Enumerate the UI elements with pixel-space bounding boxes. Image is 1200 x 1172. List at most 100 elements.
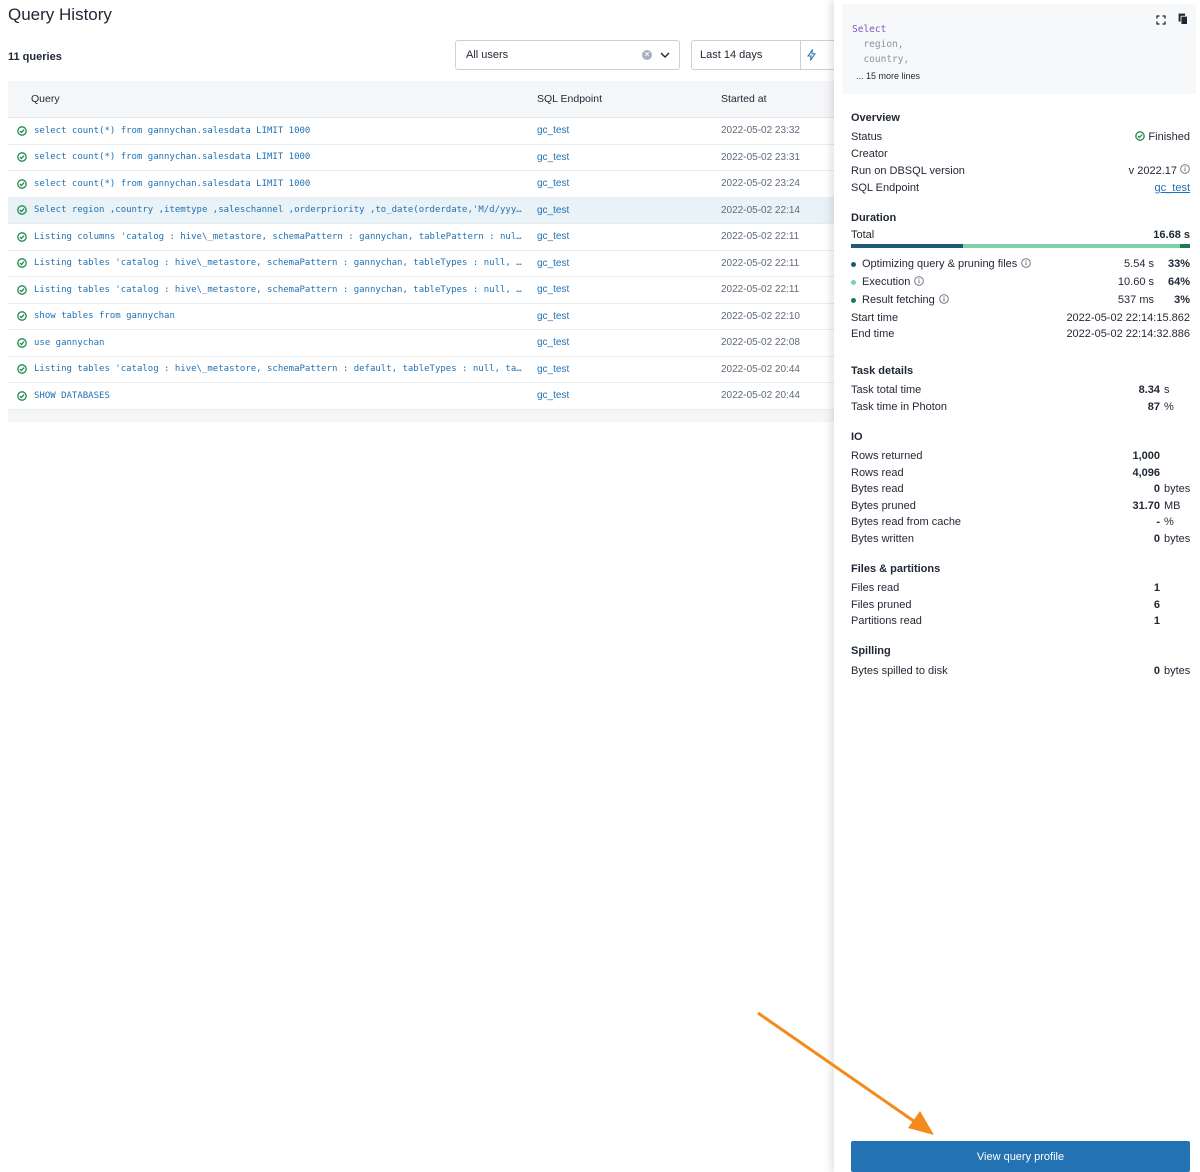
column-header-started[interactable]: Started at [721,93,834,105]
endpoint-link[interactable]: gc_test [537,364,721,375]
page-title: Query History [8,5,112,24]
duration-bar [851,244,1190,249]
duration-item-percent: 64% [1167,276,1190,289]
table-footer [8,409,834,422]
task-details-title: Task details [851,364,914,377]
query-text-link[interactable]: Select region ,country ,itemtype ,salesc… [34,205,537,215]
spilled-bytes-value: 0 [1153,664,1160,677]
query-text-link[interactable]: select count(*) from gannychan.salesdata… [34,179,537,189]
duration-item-time: 537 ms [1117,294,1154,307]
metric-value: 4,096 [1132,466,1160,479]
metric-value: 1 [1153,615,1160,628]
query-text-link[interactable]: Listing tables 'catalog : hive\_metastor… [34,285,537,295]
column-header-query[interactable]: Query [8,93,537,105]
table-row[interactable]: select count(*) from gannychan.salesdata… [8,118,834,145]
table-row[interactable]: Select region ,country ,itemtype ,salesc… [8,197,834,224]
info-icon[interactable] [1021,257,1032,271]
column-header-endpoint[interactable]: SQL Endpoint [537,93,721,105]
code-line: Select [852,24,887,35]
files-metrics: Files read 1 Files pruned 6 Partitions read 1 [851,580,1190,630]
duration-item-label: Execution [862,276,911,289]
io-row: Bytes read 0 bytes [851,481,1190,498]
metric-label: Bytes pruned [851,499,916,512]
start-time-value: 2022-05-02 22:14:15.862 [1066,311,1190,324]
table-row[interactable]: Listing tables 'catalog : hive\_metastor… [8,277,834,304]
lightning-icon[interactable] [800,41,822,69]
metric-label: Bytes read from cache [851,516,962,529]
task-total-value: 8.34 [1138,384,1160,397]
user-filter-select[interactable]: All users ✕ [455,40,680,70]
table-row[interactable]: Listing columns 'catalog : hive\_metasto… [8,224,834,251]
endpoint-link[interactable]: gc_test [537,205,721,216]
endpoint-link[interactable]: gc_test [537,284,721,295]
check-circle-icon [1135,131,1146,144]
metric-value: - [1156,516,1160,529]
expand-icon[interactable] [1156,12,1166,30]
duration-item-percent: 3% [1174,294,1190,307]
query-text-link[interactable]: select count(*) from gannychan.salesdata… [34,152,537,162]
duration-item-percent: 33% [1167,258,1190,271]
query-table: Query SQL Endpoint Started at select cou… [8,81,834,422]
info-icon[interactable] [1180,164,1190,177]
started-at: 2022-05-02 23:31 [721,151,800,163]
metric-unit: MB [1164,499,1181,512]
duration-bar-optimizing [851,244,963,249]
duration-item: Execution 10.60 s 64% [851,273,1190,291]
query-text-link[interactable]: SHOW DATABASES [34,391,537,401]
metric-label: Rows read [851,466,904,479]
io-row: Rows returned 1,000 [851,448,1190,465]
endpoint-link[interactable]: gc_test [537,231,721,242]
query-text-link[interactable]: Listing columns 'catalog : hive\_metasto… [34,232,537,242]
table-row[interactable]: use gannychan gc_test 2022-05-02 22:08 [8,330,834,357]
check-circle-icon [8,311,34,322]
duration-item: Result fetching 537 ms 3% [851,291,1190,309]
end-time-label: End time [851,328,895,341]
endpoint-link[interactable]: gc_test [537,178,721,189]
query-text-link[interactable]: Listing tables 'catalog : hive\_metastor… [34,258,537,268]
endpoint-link[interactable]: gc_test [537,390,721,401]
clear-icon[interactable]: ✕ [642,50,652,60]
table-row[interactable]: Listing tables 'catalog : hive\_metastor… [8,357,834,383]
creator-row: Creator [851,146,1190,163]
query-text-link[interactable]: select count(*) from gannychan.salesdata… [34,126,537,136]
chevron-down-icon[interactable] [660,52,670,59]
duration-title: Duration [851,212,897,225]
info-icon[interactable] [914,275,925,289]
status-value: Finished [1135,131,1190,144]
table-row[interactable]: SHOW DATABASES gc_test 2022-05-02 20:44 [8,383,834,410]
info-icon[interactable] [939,293,949,307]
photon-time-label: Task time in Photon [851,400,947,413]
query-text-link[interactable]: use gannychan [34,338,537,348]
query-text-link[interactable]: show tables from gannychan [34,311,537,321]
photon-time-row: Task time in Photon 87 % [851,398,1190,415]
copy-icon[interactable] [1178,12,1188,30]
io-row: Bytes pruned 31.70 MB [851,497,1190,514]
query-code-preview[interactable]: Select region, country, ... 15 more line… [842,4,1196,94]
more-lines-link[interactable]: ... 15 more lines [856,71,1196,81]
code-line: country, [852,54,910,65]
duration-item: Optimizing query & pruning files 5.54 s 33… [851,255,1190,273]
query-text-link[interactable]: Listing tables 'catalog : hive\_metastor… [34,364,537,374]
endpoint-link[interactable]: gc_test [1155,182,1190,194]
table-header: Query SQL Endpoint Started at [8,81,834,118]
table-row[interactable]: Listing tables 'catalog : hive\_metastor… [8,251,834,277]
metric-value: 1,000 [1132,450,1160,463]
started-at: 2022-05-02 22:11 [721,257,800,269]
endpoint-link[interactable]: gc_test [537,125,721,136]
table-row[interactable]: select count(*) from gannychan.salesdata… [8,171,834,198]
check-circle-icon [8,337,34,348]
date-range-filter[interactable]: Last 14 days [691,40,837,70]
endpoint-link[interactable]: gc_test [537,152,721,163]
creator-label: Creator [851,148,888,161]
io-row: Bytes written 0 bytes [851,530,1190,547]
query-count: 11 queries [8,51,62,63]
table-row[interactable]: show tables from gannychan gc_test 2022-05… [8,304,834,330]
code-line: region, [852,39,904,50]
endpoint-link[interactable]: gc_test [537,311,721,322]
task-total-unit: s [1164,384,1170,397]
started-at: 2022-05-02 22:11 [721,231,800,243]
view-query-profile-button[interactable]: View query profile [851,1141,1190,1172]
table-row[interactable]: select count(*) from gannychan.salesdata… [8,145,834,171]
endpoint-link[interactable]: gc_test [537,258,721,269]
endpoint-link[interactable]: gc_test [537,337,721,348]
